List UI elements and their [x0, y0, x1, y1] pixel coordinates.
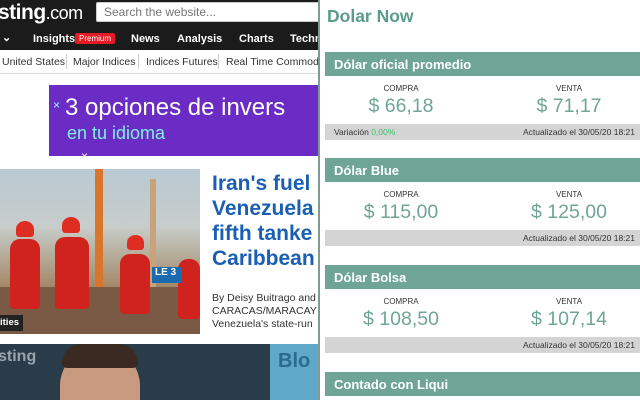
card-body: COMPRA $ 115,00 VENTA $ 125,00: [325, 182, 640, 230]
variation-label: Variación: [334, 127, 369, 137]
background-website: sting.com ⌄ Insights Premium News Analys…: [0, 0, 320, 400]
headline-line: fifth tanke: [212, 222, 313, 245]
subnav-item-united-states[interactable]: United States: [2, 56, 65, 68]
second-article-photo[interactable]: sting Blo: [0, 344, 320, 400]
buy-label: COMPRA: [383, 190, 419, 199]
site-top-bar: sting.com: [0, 0, 320, 26]
buy-value: $ 115,00: [363, 201, 439, 223]
subnav-divider: [138, 54, 139, 69]
headline-line: Venezuela: [212, 197, 314, 220]
close-icon[interactable]: ×: [53, 98, 60, 112]
sell-label: VENTA: [555, 190, 583, 199]
sell-value: $ 107,14: [531, 308, 607, 330]
site-logo-text: sting: [0, 1, 46, 24]
rate-card-oficial: Dólar oficial promedio COMPRA $ 66,18 VE…: [325, 52, 640, 140]
photo-worker: [10, 239, 40, 309]
ad-banner[interactable]: × 3 opciones de invers en tu idioma ×: [49, 85, 320, 163]
nav-item-news[interactable]: News: [131, 33, 160, 45]
nav-item-charts[interactable]: Charts: [239, 33, 274, 45]
premium-badge: Premium: [75, 33, 116, 44]
headline-line: Iran's fuel: [212, 172, 311, 195]
ad-subheadline: en tu idioma: [67, 123, 166, 143]
buy-label: COMPRA: [383, 84, 419, 93]
nav-item-insights[interactable]: Insights: [33, 33, 75, 45]
variation: Variación 0,00%: [334, 127, 395, 137]
chevron-down-icon[interactable]: ⌄: [2, 31, 11, 44]
card-footer: Actualizado el 30/05/20 18:21: [325, 337, 640, 353]
nav-item-analysis[interactable]: Analysis: [177, 33, 222, 45]
subnav-divider: [218, 54, 219, 69]
subnav-item-real-time-commodities[interactable]: Real Time Commoditi: [226, 56, 320, 68]
card-title: Contado con Liqui: [325, 372, 640, 396]
site-logo-suffix: .com: [45, 3, 84, 23]
updated-timestamp: Actualizado el 30/05/20 18:21: [522, 233, 635, 243]
buy-value: $ 66,18: [368, 95, 434, 117]
screen: sting.com ⌄ Insights Premium News Analys…: [0, 0, 640, 400]
photo-worker: [55, 237, 89, 309]
rate-card-blue: Dólar Blue COMPRA $ 115,00 VENTA $ 125,0…: [325, 158, 640, 246]
article-byline: By Deisy Buitrago and CARACAS/MARACAY Ve…: [212, 292, 317, 331]
byline-line: By Deisy Buitrago and: [212, 292, 316, 304]
ad-headline: 3 opciones de invers: [65, 94, 286, 121]
card-footer: Actualizado el 30/05/20 18:21: [325, 230, 640, 246]
photo-person-hair: [62, 344, 138, 368]
variation-value: 0,00%: [371, 127, 396, 137]
site-main-nav: ⌄ Insights Premium News Analysis Charts …: [0, 26, 320, 50]
card-body: COMPRA $ 108,50 VENTA $ 107,14: [325, 289, 640, 337]
photo-background-sign: Blo: [270, 344, 320, 400]
site-logo[interactable]: sting.com: [0, 1, 83, 25]
site-sub-nav: United States Major Indices Indices Futu…: [0, 50, 320, 74]
updated-timestamp: Actualizado el 30/05/20 18:21: [522, 127, 635, 137]
sell-label: VENTA: [555, 297, 583, 306]
photo-helmet: [62, 217, 80, 233]
buy-value: $ 108,50: [363, 308, 439, 330]
dolar-now-popup: Dolar Now Dólar oficial promedio COMPRA …: [318, 0, 640, 400]
photo-worker: [120, 254, 150, 314]
category-tag[interactable]: ities: [0, 315, 24, 331]
watermark-logo: sting: [0, 348, 37, 365]
card-footer: Variación 0,00% Actualizado el 30/05/20 …: [325, 124, 640, 140]
card-title: Dólar Bolsa: [325, 265, 640, 289]
article-headline[interactable]: Iran's fuel Venezuela fifth tanke Caribb…: [212, 171, 320, 271]
rate-card-contado-con-liqui: Contado con Liqui: [325, 372, 640, 396]
rate-card-bolsa: Dólar Bolsa COMPRA $ 108,50 VENTA $ 107,…: [325, 265, 640, 353]
buy-label: COMPRA: [383, 297, 419, 306]
close-icon[interactable]: ×: [81, 149, 88, 163]
sell-value: $ 125,00: [531, 201, 607, 223]
card-body: COMPRA $ 66,18 VENTA $ 71,17: [325, 76, 640, 124]
photo-sign-text: Blo: [278, 350, 311, 372]
photo-helmet: [127, 235, 144, 250]
subnav-divider: [66, 54, 67, 69]
photo-structure: [95, 169, 103, 289]
subnav-item-major-indices[interactable]: Major Indices: [73, 56, 135, 68]
article-photo[interactable]: LE 3 ities: [0, 169, 200, 334]
subnav-item-indices-futures[interactable]: Indices Futures: [146, 56, 218, 68]
sell-label: VENTA: [555, 84, 583, 93]
byline-line: Venezuela's state-run: [212, 318, 313, 330]
photo-sign: LE 3: [152, 267, 182, 283]
nav-item-technical[interactable]: Techn: [290, 33, 320, 45]
headline-line: Caribbean: [212, 247, 315, 270]
popup-title: Dolar Now: [327, 6, 414, 26]
byline-line: CARACAS/MARACAY: [212, 305, 317, 317]
sell-value: $ 71,17: [536, 95, 602, 117]
photo-helmet: [16, 221, 34, 237]
card-title: Dólar Blue: [325, 158, 640, 182]
site-search-input[interactable]: [96, 2, 320, 22]
updated-timestamp: Actualizado el 30/05/20 18:21: [522, 340, 635, 350]
card-title: Dólar oficial promedio: [325, 52, 640, 76]
